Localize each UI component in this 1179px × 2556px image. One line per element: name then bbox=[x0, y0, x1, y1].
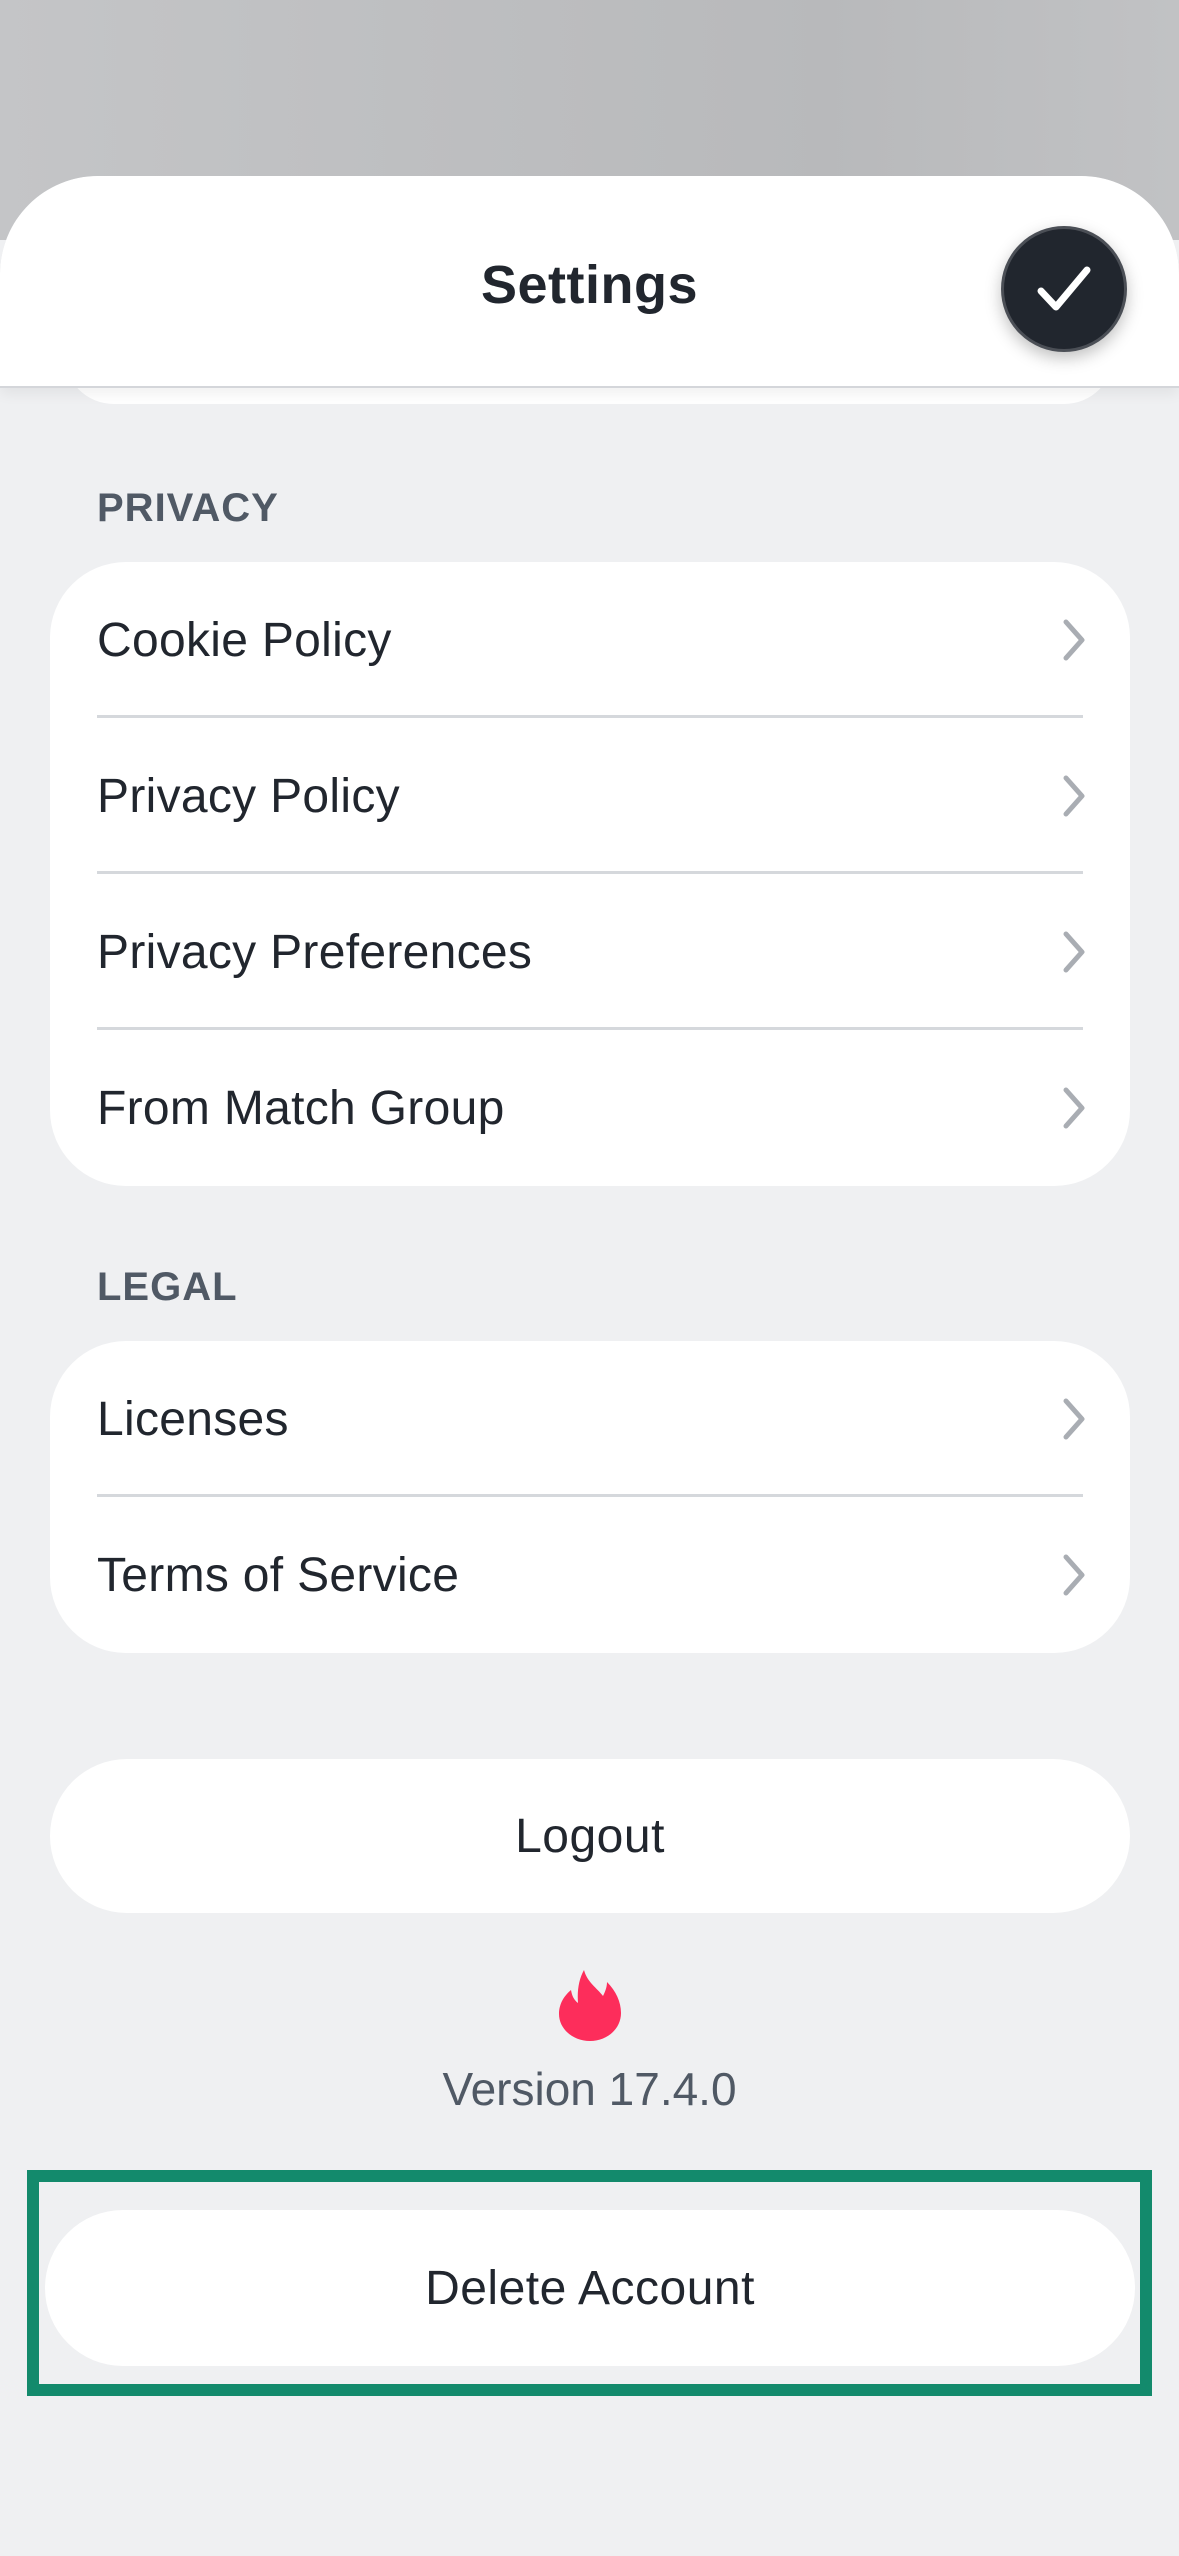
settings-item-privacy-preferences[interactable]: Privacy Preferences bbox=[50, 874, 1130, 1030]
chevron-right-icon bbox=[1063, 931, 1085, 973]
privacy-group: Cookie Policy Privacy Policy Privacy Pre… bbox=[50, 562, 1130, 1186]
settings-item-label: Cookie Policy bbox=[97, 613, 392, 667]
settings-item-label: From Match Group bbox=[97, 1081, 505, 1135]
section-label-privacy: PRIVACY bbox=[97, 486, 279, 530]
settings-item-label: Licenses bbox=[97, 1392, 289, 1446]
chevron-right-icon bbox=[1063, 1398, 1085, 1440]
done-button[interactable] bbox=[1001, 226, 1127, 352]
app-version: Version 17.4.0 bbox=[442, 2063, 737, 2115]
settings-item-cookie-policy[interactable]: Cookie Policy bbox=[50, 562, 1130, 718]
settings-item-terms-of-service[interactable]: Terms of Service bbox=[50, 1497, 1130, 1653]
chevron-right-icon bbox=[1063, 775, 1085, 817]
settings-item-privacy-policy[interactable]: Privacy Policy bbox=[50, 718, 1130, 874]
settings-item-label: Terms of Service bbox=[97, 1548, 460, 1602]
legal-group: Licenses Terms of Service bbox=[50, 1341, 1130, 1653]
section-label-legal: LEGAL bbox=[97, 1265, 238, 1309]
delete-account-button[interactable]: Delete Account bbox=[45, 2210, 1135, 2366]
settings-item-from-match-group[interactable]: From Match Group bbox=[50, 1030, 1130, 1186]
checkmark-icon bbox=[1037, 266, 1091, 311]
chevron-right-icon bbox=[1063, 1554, 1085, 1596]
settings-item-licenses[interactable]: Licenses bbox=[50, 1341, 1130, 1497]
settings-header: Settings bbox=[0, 176, 1179, 388]
chevron-right-icon bbox=[1063, 1087, 1085, 1129]
settings-item-label: Privacy Policy bbox=[97, 769, 400, 823]
settings-item-label: Privacy Preferences bbox=[97, 925, 533, 979]
tinder-flame-icon bbox=[559, 1970, 621, 2041]
chevron-right-icon bbox=[1063, 619, 1085, 661]
logout-button[interactable]: Logout bbox=[50, 1759, 1130, 1913]
